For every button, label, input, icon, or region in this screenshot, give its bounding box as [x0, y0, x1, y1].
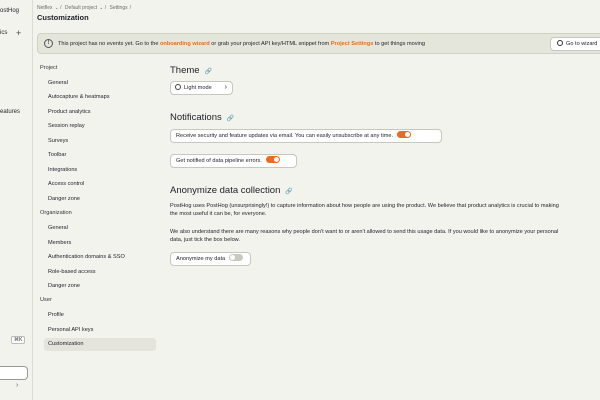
nav-item-product-analytics[interactable]: Product analytics — [44, 106, 156, 119]
sidebar-item-analytics[interactable]: ics — [0, 30, 7, 36]
nav-item-integrations[interactable]: Integrations — [44, 164, 156, 177]
theme-heading: Theme 🔗 — [170, 65, 213, 76]
breadcrumb-org[interactable]: Netflex — [37, 5, 53, 11]
sidebar-item-features[interactable]: eatures — [0, 109, 20, 115]
breadcrumb-project[interactable]: Default project — [65, 5, 97, 11]
wizard-icon — [557, 40, 563, 46]
nav-section-organization: Organization — [40, 210, 72, 216]
anonymize-explanation: We also understand there are many reason… — [170, 229, 559, 243]
no-events-banner: ! This project has no events yet. Go to … — [37, 33, 600, 54]
sidebar-search-input[interactable] — [0, 366, 28, 380]
anonymize-toggle[interactable] — [229, 254, 244, 261]
brand-name[interactable]: ostHog — [0, 8, 19, 14]
nav-item-members[interactable]: Members — [44, 237, 156, 250]
anonymize-heading: Anonymize data collection 🔗 — [170, 185, 293, 196]
breadcrumb: Netflex ⌄ / Default project ⌄ / Settings / — [37, 5, 131, 11]
email-updates-toggle-card[interactable]: Receive security and feature updates via… — [170, 129, 442, 143]
nav-section-user: User — [40, 297, 52, 303]
banner-message: This project has no events yet. Go to th… — [58, 41, 425, 47]
nav-item-org-general[interactable]: General — [44, 222, 156, 235]
breadcrumb-settings[interactable]: Settings — [110, 5, 128, 11]
plus-icon[interactable]: + — [16, 28, 21, 38]
pipeline-errors-toggle-card[interactable]: Get notified of data pipeline errors. — [170, 154, 297, 168]
nav-item-org-danger-zone[interactable]: Danger zone — [44, 280, 156, 293]
nav-item-access-control[interactable]: Access control — [44, 178, 156, 191]
warning-icon: ! — [44, 39, 53, 48]
nav-item-personal-api-keys[interactable]: Personal API keys — [44, 324, 156, 337]
notifications-heading: Notifications 🔗 — [170, 112, 235, 123]
nav-item-toolbar[interactable]: Toolbar — [44, 149, 156, 162]
page-title: Customization — [37, 13, 89, 22]
nav-item-project-danger-zone[interactable]: Danger zone — [44, 193, 156, 206]
chevron-right-icon: › — [224, 84, 227, 91]
theme-select-button[interactable]: Light mode › — [170, 81, 233, 95]
email-updates-toggle[interactable] — [397, 131, 412, 138]
nav-item-surveys[interactable]: Surveys — [44, 135, 156, 148]
nav-item-customization[interactable]: Customization — [44, 338, 156, 351]
nav-item-autocapture[interactable]: Autocapture & heatmaps — [44, 91, 156, 104]
pipeline-errors-toggle[interactable] — [265, 156, 280, 163]
sun-icon — [175, 84, 181, 90]
nav-section-project: Project — [40, 65, 58, 71]
nav-item-project-general[interactable]: General — [44, 77, 156, 90]
link-icon[interactable]: 🔗 — [227, 115, 234, 122]
main-sidebar: ostHog ics + eatures ⌘K › — [0, 0, 33, 400]
nav-item-profile[interactable]: Profile — [44, 309, 156, 322]
anonymize-toggle-card[interactable]: Anonymize my data — [170, 252, 251, 266]
nav-item-session-replay[interactable]: Session replay — [44, 120, 156, 133]
nav-item-role-based-access[interactable]: Role-based access — [44, 266, 156, 279]
nav-item-auth-domains[interactable]: Authentication domains & SSO — [44, 251, 156, 264]
project-settings-link[interactable]: Project Settings — [331, 41, 374, 47]
link-icon[interactable]: 🔗 — [285, 188, 292, 195]
search-shortcut-badge: ⌘K — [11, 336, 26, 344]
onboarding-wizard-link[interactable]: onboarding wizard — [160, 41, 210, 47]
collapse-chevron-icon[interactable]: › — [16, 382, 18, 389]
link-icon[interactable]: 🔗 — [205, 68, 212, 75]
go-to-wizard-button[interactable]: Go to wizard — [550, 37, 600, 51]
anonymize-description: PostHog uses PostHog (unsurprisingly!) t… — [170, 203, 559, 217]
